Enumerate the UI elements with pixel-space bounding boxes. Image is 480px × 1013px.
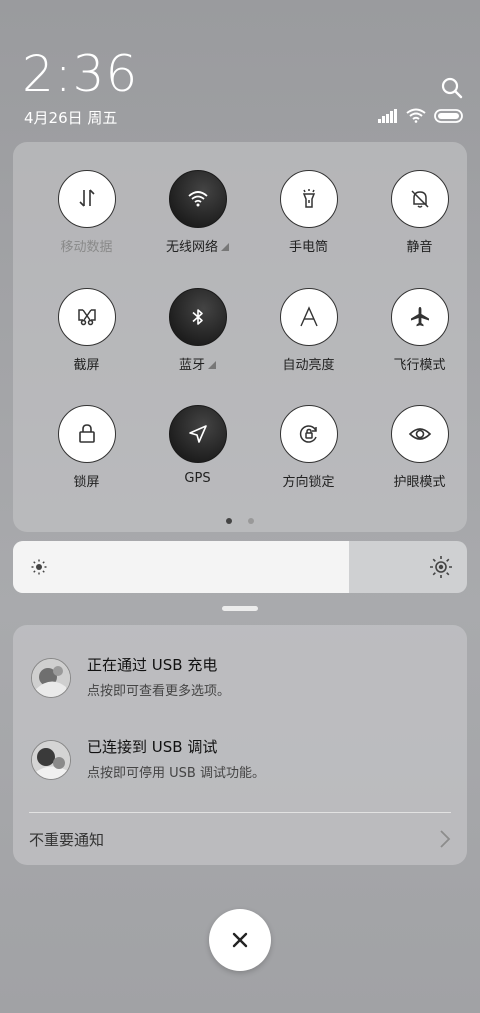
- expand-arrow-icon[interactable]: [221, 243, 229, 251]
- notification-subtitle: 点按即可停用 USB 调试功能。: [87, 766, 265, 781]
- mobile-data-icon: [78, 189, 95, 207]
- toggle-auto-brightness[interactable]: 自动亮度: [253, 288, 364, 373]
- toggle-screenshot[interactable]: 截屏: [31, 288, 142, 373]
- close-button[interactable]: [209, 909, 271, 971]
- toggle-lock[interactable]: 锁屏: [31, 405, 142, 490]
- brightness-fill: [13, 541, 349, 593]
- notification-subtitle: 点按即可查看更多选项。: [87, 684, 231, 699]
- toggle-label: 移动数据: [60, 240, 113, 255]
- toggle-button[interactable]: [390, 170, 449, 228]
- toggle-button[interactable]: [279, 405, 338, 463]
- lock-icon: [78, 424, 95, 443]
- toggle-label: 自动亮度: [282, 358, 335, 373]
- divider: [29, 812, 451, 813]
- close-icon: [232, 932, 248, 948]
- toggle-button[interactable]: [390, 405, 449, 463]
- toggle-button[interactable]: [390, 288, 449, 346]
- toggle-flashlight[interactable]: 手电筒: [253, 170, 364, 255]
- rotation-lock-icon: [299, 425, 317, 443]
- brightness-slider[interactable]: [13, 541, 467, 593]
- auto-brightness-icon: [299, 306, 318, 327]
- toggle-button[interactable]: [57, 288, 116, 346]
- screenshot-icon: [77, 309, 96, 326]
- toggle-bluetooth[interactable]: 蓝牙: [142, 288, 253, 373]
- notification-usb-debugging[interactable]: 已连接到 USB 调试 点按即可停用 USB 调试功能。: [31, 734, 451, 784]
- toggle-button[interactable]: [168, 170, 227, 228]
- toggle-label: 静音: [406, 240, 433, 255]
- toggle-label: 锁屏: [73, 475, 100, 490]
- toggle-label: 护眼模式: [393, 475, 446, 490]
- airplane-icon: [410, 307, 429, 327]
- brightness-low-icon: [31, 559, 47, 575]
- wifi-icon: [187, 191, 208, 207]
- date: 4月26日 周五: [24, 109, 118, 127]
- wifi-status-icon: [406, 108, 426, 123]
- toggle-label: 无线网络: [142, 236, 253, 255]
- signal-icon: [378, 108, 397, 123]
- toggle-button[interactable]: [57, 170, 116, 228]
- toggle-label: GPS: [184, 471, 211, 486]
- toggle-rotation-lock[interactable]: 方向锁定: [253, 405, 364, 490]
- toggle-label: 方向锁定: [282, 475, 335, 490]
- toggle-wifi[interactable]: 无线网络: [142, 170, 253, 255]
- toggle-bell-off[interactable]: 静音: [364, 170, 475, 255]
- battery-icon: [434, 108, 463, 123]
- toggle-label: 蓝牙: [142, 354, 253, 373]
- toggle-button[interactable]: [57, 405, 116, 463]
- toggle-airplane[interactable]: 飞行模式: [364, 288, 475, 373]
- toggle-mobile-data[interactable]: 移动数据: [31, 170, 142, 255]
- toggle-button[interactable]: [279, 288, 338, 346]
- page-dot-active[interactable]: [226, 518, 233, 524]
- flashlight-icon: [302, 189, 315, 208]
- toggle-button[interactable]: [168, 288, 227, 346]
- notification-panel: 正在通过 USB 充电 点按即可查看更多选项。 已连接到 USB 调试 点按即可…: [13, 625, 467, 865]
- page-indicator: [13, 509, 467, 528]
- avatar: [31, 740, 71, 780]
- notification-title: 已连接到 USB 调试: [87, 738, 218, 756]
- toggle-button[interactable]: [279, 170, 338, 228]
- bluetooth-icon: [191, 309, 203, 325]
- toggle-label: 飞行模式: [393, 358, 446, 373]
- quick-settings-panel: 移动数据 无线网络 手电筒 静音截屏 蓝牙 自动亮度 飞行模式锁屏 GPS 方向锁定 护眼模式: [13, 142, 467, 532]
- location-arrow-icon: [188, 425, 207, 443]
- search-icon[interactable]: [440, 76, 464, 100]
- page-dot[interactable]: [247, 518, 254, 524]
- minor-notifications-link[interactable]: 不重要通知: [29, 829, 104, 850]
- toggle-location-arrow[interactable]: GPS: [142, 405, 253, 486]
- clock: 2:36: [22, 45, 139, 103]
- eye-icon: [408, 428, 431, 440]
- notification-usb-charging[interactable]: 正在通过 USB 充电 点按即可查看更多选项。: [31, 652, 451, 702]
- status-icons: [378, 108, 464, 123]
- bell-off-icon: [410, 190, 429, 208]
- brightness-high-icon: [430, 556, 452, 578]
- avatar: [31, 658, 71, 698]
- toggle-button[interactable]: [168, 405, 227, 463]
- drag-handle[interactable]: [222, 606, 258, 611]
- toggle-eye[interactable]: 护眼模式: [364, 405, 475, 490]
- toggle-label: 手电筒: [288, 240, 328, 255]
- toggle-label: 截屏: [73, 358, 100, 373]
- notification-title: 正在通过 USB 充电: [87, 656, 218, 674]
- expand-arrow-icon[interactable]: [208, 361, 216, 369]
- chevron-right-icon[interactable]: [439, 829, 451, 849]
